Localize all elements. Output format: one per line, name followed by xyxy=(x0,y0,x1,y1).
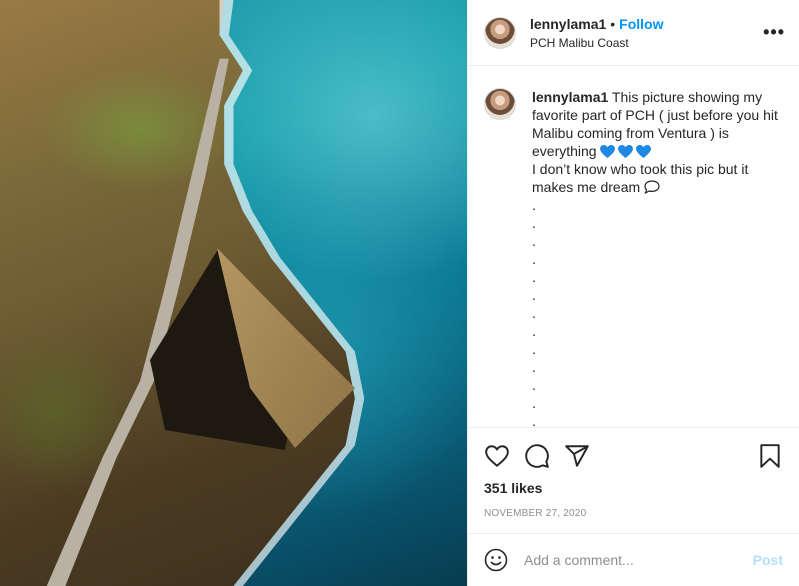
likes-count[interactable]: 351 likes xyxy=(484,480,783,496)
caption-username[interactable]: lennylama1 xyxy=(532,89,608,105)
dot-line: . xyxy=(532,233,536,249)
post-date[interactable]: NOVEMBER 27, 2020 xyxy=(484,508,783,519)
add-comment-bar: Post xyxy=(468,533,799,586)
share-icon[interactable] xyxy=(564,443,590,469)
blue-hearts xyxy=(600,145,652,158)
blue-heart-icon xyxy=(618,145,634,158)
post-button[interactable]: Post xyxy=(753,552,783,568)
dot-line: . xyxy=(532,215,536,231)
blue-heart-icon xyxy=(600,145,616,158)
post-viewer: lennylama1 • Follow PCH Malibu Coast •••… xyxy=(0,0,799,586)
dot-line: . xyxy=(532,251,536,267)
dot-line: . xyxy=(532,287,536,303)
dot-line: . xyxy=(532,395,536,411)
dot-line: . xyxy=(532,359,536,375)
dot-line: . xyxy=(532,341,536,357)
comments-section: lennylama1 This picture showing my favor… xyxy=(468,66,799,427)
dot-line: . xyxy=(532,305,536,321)
caption: lennylama1 This picture showing my favor… xyxy=(484,88,783,196)
dot-line: . xyxy=(532,413,536,427)
caption-dots: . . . . . . . . . . . . . xyxy=(532,196,783,427)
avatar[interactable] xyxy=(484,16,516,49)
dot-line: . xyxy=(532,323,536,339)
post-actions: 351 likes NOVEMBER 27, 2020 xyxy=(468,427,799,533)
post-sidebar: lennylama1 • Follow PCH Malibu Coast •••… xyxy=(467,0,799,586)
post-header: lennylama1 • Follow PCH Malibu Coast ••• xyxy=(468,0,799,66)
bookmark-icon[interactable] xyxy=(757,443,783,469)
speech-bubble-icon xyxy=(644,180,660,194)
more-horizontal-icon[interactable]: ••• xyxy=(763,22,785,43)
location-link[interactable]: PCH Malibu Coast xyxy=(530,36,664,50)
header-info: lennylama1 • Follow PCH Malibu Coast xyxy=(530,16,664,50)
follow-button[interactable]: Follow xyxy=(619,16,663,32)
caption-text: lennylama1 This picture showing my favor… xyxy=(532,88,783,196)
separator-dot: • xyxy=(610,15,616,32)
dot-line: . xyxy=(532,377,536,393)
post-photo[interactable] xyxy=(0,0,467,586)
caption-body-2: I don’t know who took this pic but it ma… xyxy=(532,161,749,195)
blue-heart-icon xyxy=(636,145,652,158)
comment-input[interactable] xyxy=(524,552,753,568)
comment-icon[interactable] xyxy=(524,443,550,469)
header-row: lennylama1 • Follow xyxy=(530,16,664,32)
dot-line: . xyxy=(532,269,536,285)
avatar[interactable] xyxy=(484,88,516,120)
smiley-icon[interactable] xyxy=(484,548,508,572)
heart-icon[interactable] xyxy=(484,443,510,469)
username-link[interactable]: lennylama1 xyxy=(530,16,606,32)
dot-line: . xyxy=(532,197,536,213)
action-icons xyxy=(484,436,783,476)
